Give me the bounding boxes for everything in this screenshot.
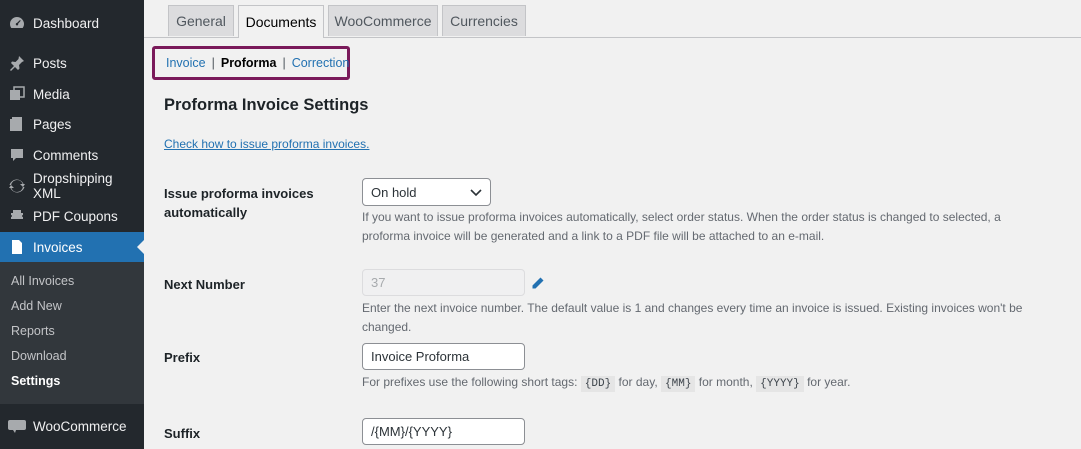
select-value: On hold [371,184,417,200]
menu-label: Comments [33,147,99,163]
menu-item-dashboard[interactable]: Dashboard [0,8,144,38]
subnav-correction[interactable]: Correction [292,56,350,70]
order-status-select[interactable]: On hold [362,178,491,206]
subnav-separator: | [282,56,286,70]
dashboard-icon [8,14,26,32]
menu-item-pages[interactable]: Pages [0,109,144,139]
tab-woocommerce[interactable]: WooCommerce [328,5,438,36]
submenu-add-new[interactable]: Add New [11,299,62,313]
admin-sidebar: Dashboard Posts Media Pages Comments Dro… [0,0,144,449]
menu-label: Posts [33,55,67,71]
menu-label: PDF Coupons [33,208,118,224]
submenu-all-invoices[interactable]: All Invoices [11,274,74,288]
woo-icon [8,417,26,435]
menu-item-woocommerce[interactable]: WooCommerce [0,411,144,441]
menu-label: WooCommerce [33,418,127,434]
submenu-settings[interactable]: Settings [11,374,60,388]
prefix-desc-text: for month, [698,375,753,389]
subnav-proforma[interactable]: Proforma [221,56,277,70]
next-number-field[interactable]: 37 [362,269,525,296]
pencil-edit-icon[interactable] [531,276,545,295]
media-icon [8,85,26,103]
pages-icon [8,115,26,133]
invoice-icon [8,238,26,256]
help-link[interactable]: Check how to issue proforma invoices. [164,137,369,151]
menu-item-invoices[interactable]: Invoices [0,232,144,262]
suffix-input[interactable]: /{MM}/{YYYY} [362,418,525,445]
menu-label: Dropshipping XML [32,171,113,201]
tag-mm: {MM} [661,376,696,392]
suffix-label: Suffix [164,426,201,441]
menu-label: Invoices [33,239,83,255]
menu-item-comments[interactable]: Comments [0,140,144,170]
invoices-submenu: All Invoices Add New Reports Download Se… [0,262,144,404]
next-number-description: Enter the next invoice number. The defau… [362,301,1023,334]
prefix-desc-text: for day, [618,375,658,389]
document-type-subnav: Invoice | Proforma | Correction [152,46,350,80]
tab-documents[interactable]: Documents [238,5,324,38]
prefix-desc-text: for year. [807,375,851,389]
coupon-icon [8,207,26,225]
issue-auto-description: If you want to issue proforma invoices a… [362,210,1001,243]
pin-icon [8,54,26,72]
menu-label: Dashboard [33,15,100,31]
tab-currencies[interactable]: Currencies [442,5,526,36]
menu-label: Pages [33,116,72,132]
comments-icon [8,146,26,164]
prefix-label: Prefix [164,350,201,365]
tag-yyyy: {YYYY} [756,376,804,392]
menu-item-dropshipping[interactable]: Dropshipping XML [0,171,144,201]
chevron-down-icon [470,185,482,200]
prefix-description: For prefixes use the following short tag… [362,373,1052,394]
prefix-input[interactable]: Invoice Proforma [362,343,525,370]
tab-general[interactable]: General [168,5,234,36]
submenu-download[interactable]: Download [11,349,67,363]
menu-item-media[interactable]: Media [0,79,144,109]
subnav-invoice[interactable]: Invoice [166,56,206,70]
settings-tabs: General Documents WooCommerce Currencies [144,0,1081,38]
subnav-separator: | [211,56,215,70]
menu-item-posts[interactable]: Posts [0,48,144,78]
menu-item-pdf-coupons[interactable]: PDF Coupons [0,201,144,231]
next-number-label: Next Number [164,277,245,292]
sync-icon [8,177,26,195]
prefix-desc-text: For prefixes use the following short tag… [362,375,578,389]
tag-dd: {DD} [580,376,616,392]
page-title: Proforma Invoice Settings [164,96,369,114]
submenu-reports[interactable]: Reports [11,324,55,338]
menu-label: Media [33,86,70,102]
issue-auto-label: Issue proforma invoices automatically [164,186,314,220]
